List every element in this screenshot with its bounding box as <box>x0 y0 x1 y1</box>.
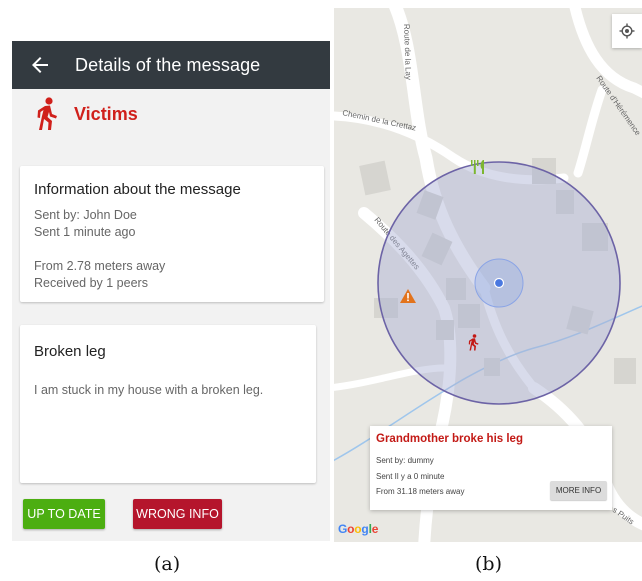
sent-by-text: Sent by: John Doe <box>34 208 137 222</box>
road-label-route-lay: Route de la Lay <box>402 24 413 80</box>
distance-text: From 2.78 meters away <box>34 259 166 273</box>
map-screen: Route de la Lay Route d'Hérémence Chemin… <box>334 8 642 542</box>
more-info-button[interactable]: MORE INFO <box>550 481 607 500</box>
message-title: Broken leg <box>34 343 106 360</box>
wrong-info-button[interactable]: WRONG INFO <box>133 499 222 529</box>
info-card-title: Information about the message <box>34 181 241 198</box>
crosshair-icon <box>619 23 635 39</box>
popup-title: Grandmother broke his leg <box>376 433 523 445</box>
message-body: I am stuck in my house with a broken leg… <box>34 383 264 397</box>
message-info-popup[interactable]: Grandmother broke his leg Sent by: dummy… <box>370 426 612 510</box>
received-text: Received by 1 peers <box>34 276 148 290</box>
page-title: Details of the message <box>75 55 261 75</box>
walking-person-icon <box>37 97 57 130</box>
popup-sent-by: Sent by: dummy <box>376 456 434 465</box>
up-to-date-button[interactable]: UP TO DATE <box>23 499 105 529</box>
category-label: Victims <box>74 104 138 124</box>
sent-time-text: Sent 1 minute ago <box>34 225 136 239</box>
caption-b: (b) <box>475 553 502 575</box>
app-bar: Details of the message <box>12 41 330 89</box>
arrow-back-icon[interactable] <box>28 53 52 77</box>
popup-distance: From 31.18 meters away <box>376 487 465 496</box>
message-category: Victims <box>12 89 330 141</box>
caption-a: (a) <box>154 553 181 575</box>
message-details-screen: Details of the message Victims Informati… <box>12 41 330 541</box>
popup-sent-time: Sent Il y a 0 minute <box>376 472 445 481</box>
locate-me-button[interactable] <box>612 14 642 48</box>
google-logo: Google <box>338 522 379 536</box>
message-card: Broken leg I am stuck in my house with a… <box>20 325 316 483</box>
info-card: Information about the message Sent by: J… <box>20 166 324 302</box>
my-location-dot <box>493 277 505 289</box>
